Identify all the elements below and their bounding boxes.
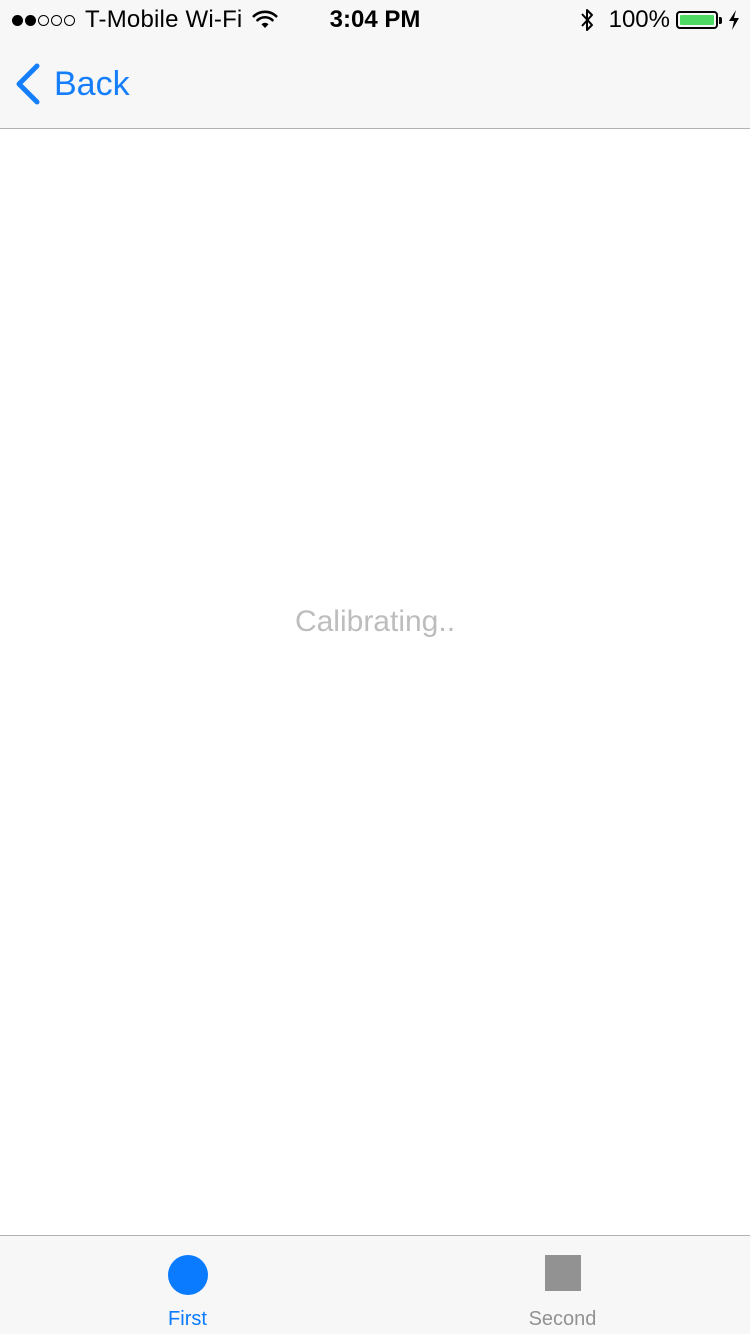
battery-cap <box>719 16 722 24</box>
battery-icon <box>676 11 718 29</box>
tab-second-label: Second <box>528 1308 597 1330</box>
navigation-bar: Back <box>0 40 750 129</box>
back-button[interactable]: Back <box>14 62 130 106</box>
circle-icon <box>167 1255 208 1295</box>
square-icon <box>544 1255 581 1291</box>
status-bar: T-Mobile Wi-Fi 3:04 PM 100% <box>0 0 750 40</box>
tab-second[interactable]: Second <box>375 1236 750 1334</box>
tab-first[interactable]: First <box>0 1236 375 1334</box>
battery-level <box>680 15 714 25</box>
tab-first-label: First <box>168 1308 207 1330</box>
calibrating-status-text: Calibrating.. <box>294 605 456 638</box>
tab-bar: First Second <box>0 1235 750 1334</box>
screen: T-Mobile Wi-Fi 3:04 PM 100% Back Calibra… <box>0 0 750 1334</box>
status-right: 100% <box>579 6 740 34</box>
chevron-left-icon <box>16 63 40 105</box>
main-content: Calibrating.. <box>0 129 750 1235</box>
battery-percent: 100% <box>608 6 670 33</box>
charging-bolt-icon <box>729 10 739 30</box>
bluetooth-icon <box>580 9 593 31</box>
back-label: Back <box>54 64 130 103</box>
